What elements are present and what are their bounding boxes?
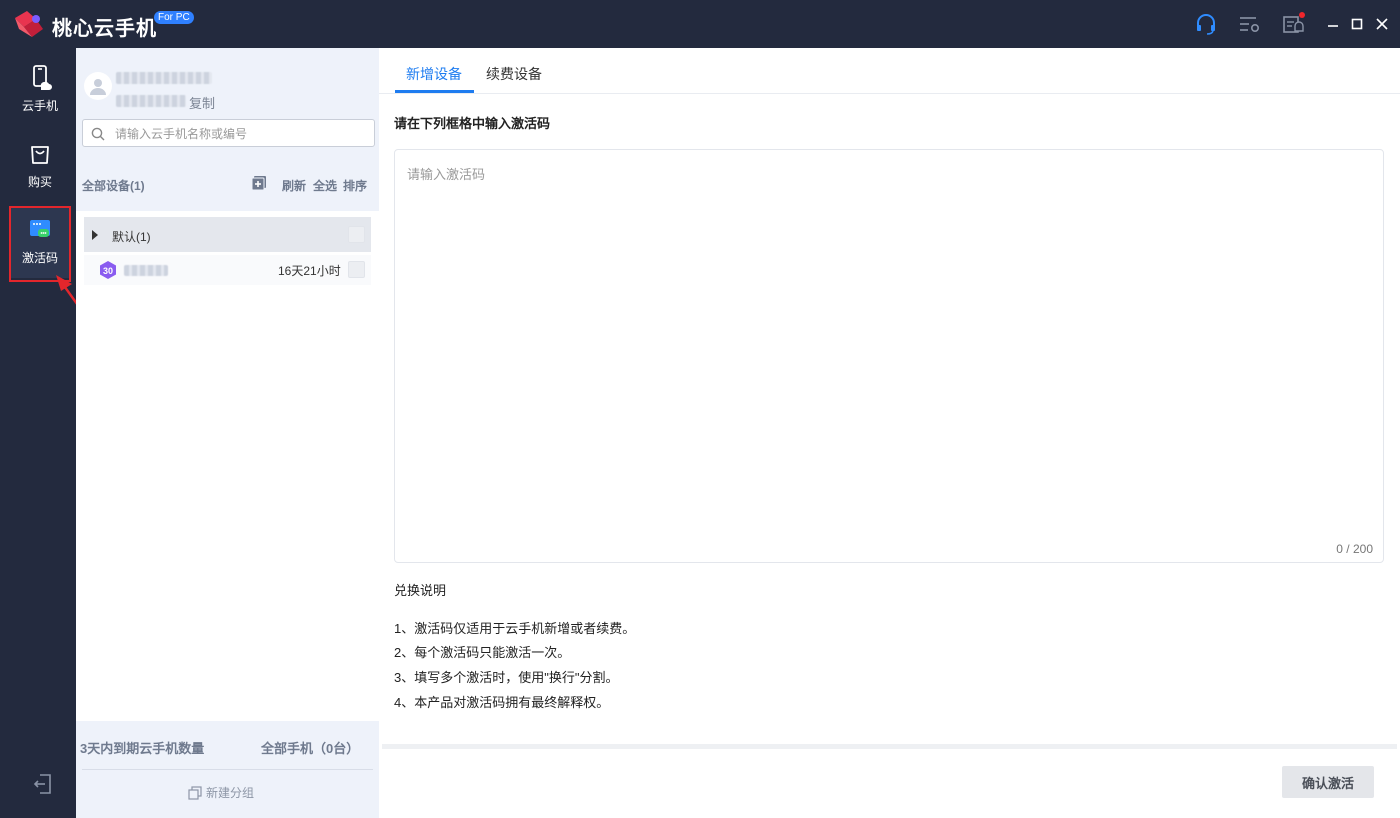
nav-item-buy[interactable]: 购买 [10, 132, 70, 202]
user-name-redacted [116, 72, 212, 84]
device-row[interactable]: 30 16天21小时 [84, 255, 371, 285]
headset-icon[interactable] [1192, 10, 1220, 38]
refresh-button[interactable]: 刷新 [282, 177, 306, 194]
tab-new-device[interactable]: 新增设备 [406, 64, 462, 84]
char-counter: 0 / 200 [1336, 542, 1373, 556]
activation-code-input[interactable] [407, 164, 1367, 534]
expiring-count-label: 3天内到期云手机数量 [80, 741, 205, 756]
activation-code-box: 0 / 200 [394, 149, 1384, 563]
new-group-icon [188, 785, 202, 800]
device-list [76, 211, 379, 721]
device-sidebar: 复制 全部设备(1) 刷新 全选 排序 默认(1) 30 16天21小时 3天内… [76, 48, 379, 818]
all-devices-header: 全部设备(1) [82, 179, 145, 193]
device-time-left: 16天21小时 [278, 264, 341, 278]
annotation-highlight-box [9, 206, 71, 282]
nav-item-label: 云手机 [21, 99, 58, 113]
search-icon [91, 127, 105, 141]
main-content: 新增设备 续费设备 请在下列框格中输入激活码 0 / 200 兑换说明 1、激活… [379, 48, 1400, 818]
confirm-activation-button[interactable]: 确认激活 [1282, 766, 1374, 798]
logout-icon[interactable] [31, 772, 55, 796]
for-pc-badge: For PC [154, 11, 194, 24]
group-row-default[interactable]: 默认(1) [84, 217, 371, 252]
instruction-text: 请在下列框格中输入激活码 [394, 116, 551, 131]
nav-item-cloud-phone[interactable]: 云手机 [10, 56, 70, 126]
phone-icon [33, 65, 52, 90]
group-label: 默认(1) [112, 230, 151, 244]
app-title: 桃心云手机 [52, 18, 157, 40]
divider [82, 769, 373, 770]
close-icon[interactable] [1368, 10, 1396, 38]
divider [382, 744, 1397, 749]
device-checkbox[interactable] [348, 261, 365, 278]
note-item: 4、本产品对激活码拥有最终解释权。 [394, 695, 610, 710]
device-level-badge-icon: 30 [100, 261, 116, 279]
tab-renew-device[interactable]: 续费设备 [486, 64, 542, 84]
nav-item-label: 购买 [27, 175, 52, 189]
title-bar: 桃心云手机 For PC [0, 0, 1400, 48]
avatar[interactable] [84, 72, 112, 100]
redeem-notes-title: 兑换说明 [394, 583, 447, 598]
note-item: 2、每个激活码只能激活一次。 [394, 645, 571, 660]
search-box [82, 119, 375, 147]
group-checkbox[interactable] [348, 226, 365, 243]
add-group-icon[interactable] [251, 175, 267, 191]
notification-icon[interactable] [1279, 10, 1307, 38]
select-all-button[interactable]: 全选 [313, 177, 337, 194]
all-phones-count-label: 全部手机（0台） [261, 741, 360, 756]
search-input[interactable] [113, 124, 367, 144]
divider [379, 93, 1400, 94]
shopping-bag-icon [31, 146, 49, 164]
app-logo-icon [15, 11, 43, 37]
copy-button[interactable]: 复制 [189, 93, 215, 112]
expand-arrow-icon[interactable] [92, 230, 98, 240]
device-name-redacted [124, 265, 168, 276]
sort-button[interactable]: 排序 [343, 177, 367, 194]
user-id-redacted [116, 95, 186, 107]
new-group-label: 新建分组 [206, 786, 255, 800]
device-badge-text: 30 [103, 266, 113, 276]
left-nav: 云手机 购买 激活码 [0, 48, 76, 818]
settings-icon[interactable] [1235, 10, 1263, 38]
new-group-button[interactable]: 新建分组 [188, 784, 254, 801]
note-item: 1、激活码仅适用于云手机新增或者续费。 [394, 621, 636, 636]
note-item: 3、填写多个激活时，使用"换行"分割。 [394, 670, 619, 685]
maximize-icon[interactable] [1343, 10, 1371, 38]
user-icon [90, 79, 106, 95]
